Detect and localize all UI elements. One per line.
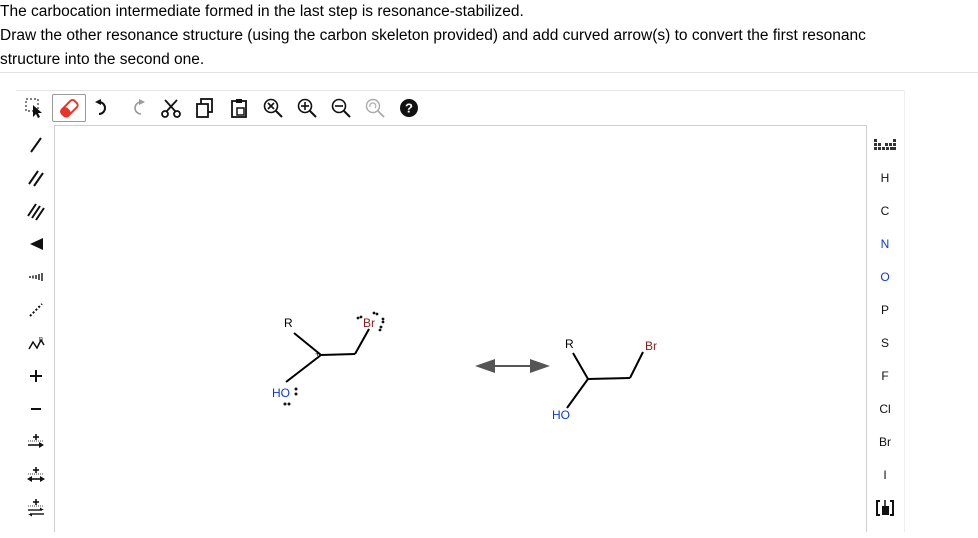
hash-bond-icon [29, 272, 43, 281]
bond [320, 353, 356, 356]
positive-charge-button[interactable] [20, 359, 52, 392]
double-bond-icon [28, 169, 44, 187]
single-arrow-button[interactable] [20, 425, 52, 458]
element-h-button[interactable]: H [868, 161, 902, 194]
clean-button[interactable] [358, 94, 392, 122]
double-arrow-button[interactable] [20, 458, 52, 491]
negative-charge-button[interactable] [20, 392, 52, 425]
hydroxyl-label: HO [552, 408, 570, 422]
periodic-table-icon [874, 138, 896, 150]
copy-button[interactable] [188, 94, 222, 122]
question-line-2: Draw the other resonance structure (usin… [0, 27, 866, 44]
element-s-button[interactable]: S [868, 326, 902, 359]
help-button[interactable]: ? [392, 94, 426, 122]
canvas-drawing: R + Br HO R Br HO [272, 311, 657, 422]
equilibrium-arrow-button[interactable] [20, 491, 52, 524]
negative-charge-icon [31, 407, 41, 410]
redo-icon [134, 99, 145, 115]
bromine-label: Br [645, 339, 657, 353]
element-c-button[interactable]: C [868, 194, 902, 227]
r-group-label: R [284, 316, 293, 330]
wedge-bond-icon [30, 237, 43, 250]
element-cl-button[interactable]: Cl [868, 392, 902, 425]
r-group-label: R [565, 337, 574, 351]
redo-button[interactable] [120, 94, 154, 122]
select-lasso-button[interactable] [18, 94, 52, 122]
triple-bond-icon [27, 202, 45, 221]
help-icon: ? [400, 99, 418, 117]
hydroxyl-label: HO [272, 386, 290, 400]
carbocation-charge: + [315, 349, 320, 359]
paste-button[interactable] [222, 94, 256, 122]
hash-bond-button[interactable] [20, 260, 52, 293]
bond [566, 378, 589, 409]
editor-edge [904, 90, 905, 532]
select-lasso-icon [25, 98, 42, 118]
cut-icon [161, 99, 181, 118]
right-toolbar: H C N O P S F Cl Br I [868, 128, 902, 524]
clean-icon [365, 98, 385, 118]
wedge-bond-button[interactable] [20, 227, 52, 260]
single-bond-icon [30, 136, 42, 153]
element-p-button[interactable]: P [868, 293, 902, 326]
drawing-canvas[interactable]: R + Br HO R Br HO [54, 125, 867, 532]
element-o-button[interactable]: O [868, 260, 902, 293]
positive-charge-icon [30, 369, 42, 382]
bracket-button[interactable] [868, 491, 902, 524]
left-toolbar: n [20, 128, 52, 524]
molecule-1: R + Br HO [272, 311, 385, 406]
dotted-bond-icon [29, 302, 43, 317]
question-line-3: structure into the second one. [0, 51, 205, 68]
bond [354, 328, 370, 355]
paste-icon [231, 99, 247, 118]
question-text: The carbocation intermediate formed in t… [0, 0, 978, 72]
resonance-arrow [475, 359, 550, 373]
single-arrow-icon [28, 433, 44, 448]
eraser-icon [60, 99, 79, 118]
cut-button[interactable] [154, 94, 188, 122]
bond [629, 351, 644, 379]
top-toolbar: ? [18, 94, 426, 122]
element-i-button[interactable]: I [868, 458, 902, 491]
triple-bond-button[interactable] [20, 194, 52, 227]
question-line-1: The carbocation intermediate formed in t… [0, 3, 524, 20]
bond [572, 352, 589, 380]
zoom-out-icon [331, 98, 351, 118]
help-label: ? [405, 101, 413, 116]
equilibrium-arrow-icon [28, 498, 44, 516]
zoom-out-button[interactable] [324, 94, 358, 122]
bond [285, 354, 322, 383]
eraser-button[interactable] [52, 94, 86, 122]
periodic-table-button[interactable] [868, 128, 902, 161]
bracket-icon [876, 499, 894, 516]
zoom-in-icon [297, 98, 317, 118]
undo-button[interactable] [86, 94, 120, 122]
double-arrow-icon [27, 466, 45, 482]
element-br-button[interactable]: Br [868, 425, 902, 458]
chain-button[interactable]: n [20, 326, 52, 359]
element-n-button[interactable]: N [868, 227, 902, 260]
divider [0, 72, 978, 73]
chain-icon: n [28, 336, 45, 349]
bond [587, 377, 631, 380]
double-bond-button[interactable] [20, 161, 52, 194]
element-f-button[interactable]: F [868, 359, 902, 392]
single-bond-button[interactable] [20, 128, 52, 161]
undo-icon [95, 99, 106, 115]
molecule-2: R Br HO [552, 337, 657, 422]
zoom-reset-icon [263, 98, 283, 118]
svg-text:n: n [39, 336, 43, 343]
copy-icon [196, 98, 213, 118]
dotted-bond-button[interactable] [20, 293, 52, 326]
zoom-reset-button[interactable] [256, 94, 290, 122]
zoom-in-button[interactable] [290, 94, 324, 122]
bromine-label: Br [363, 316, 375, 330]
